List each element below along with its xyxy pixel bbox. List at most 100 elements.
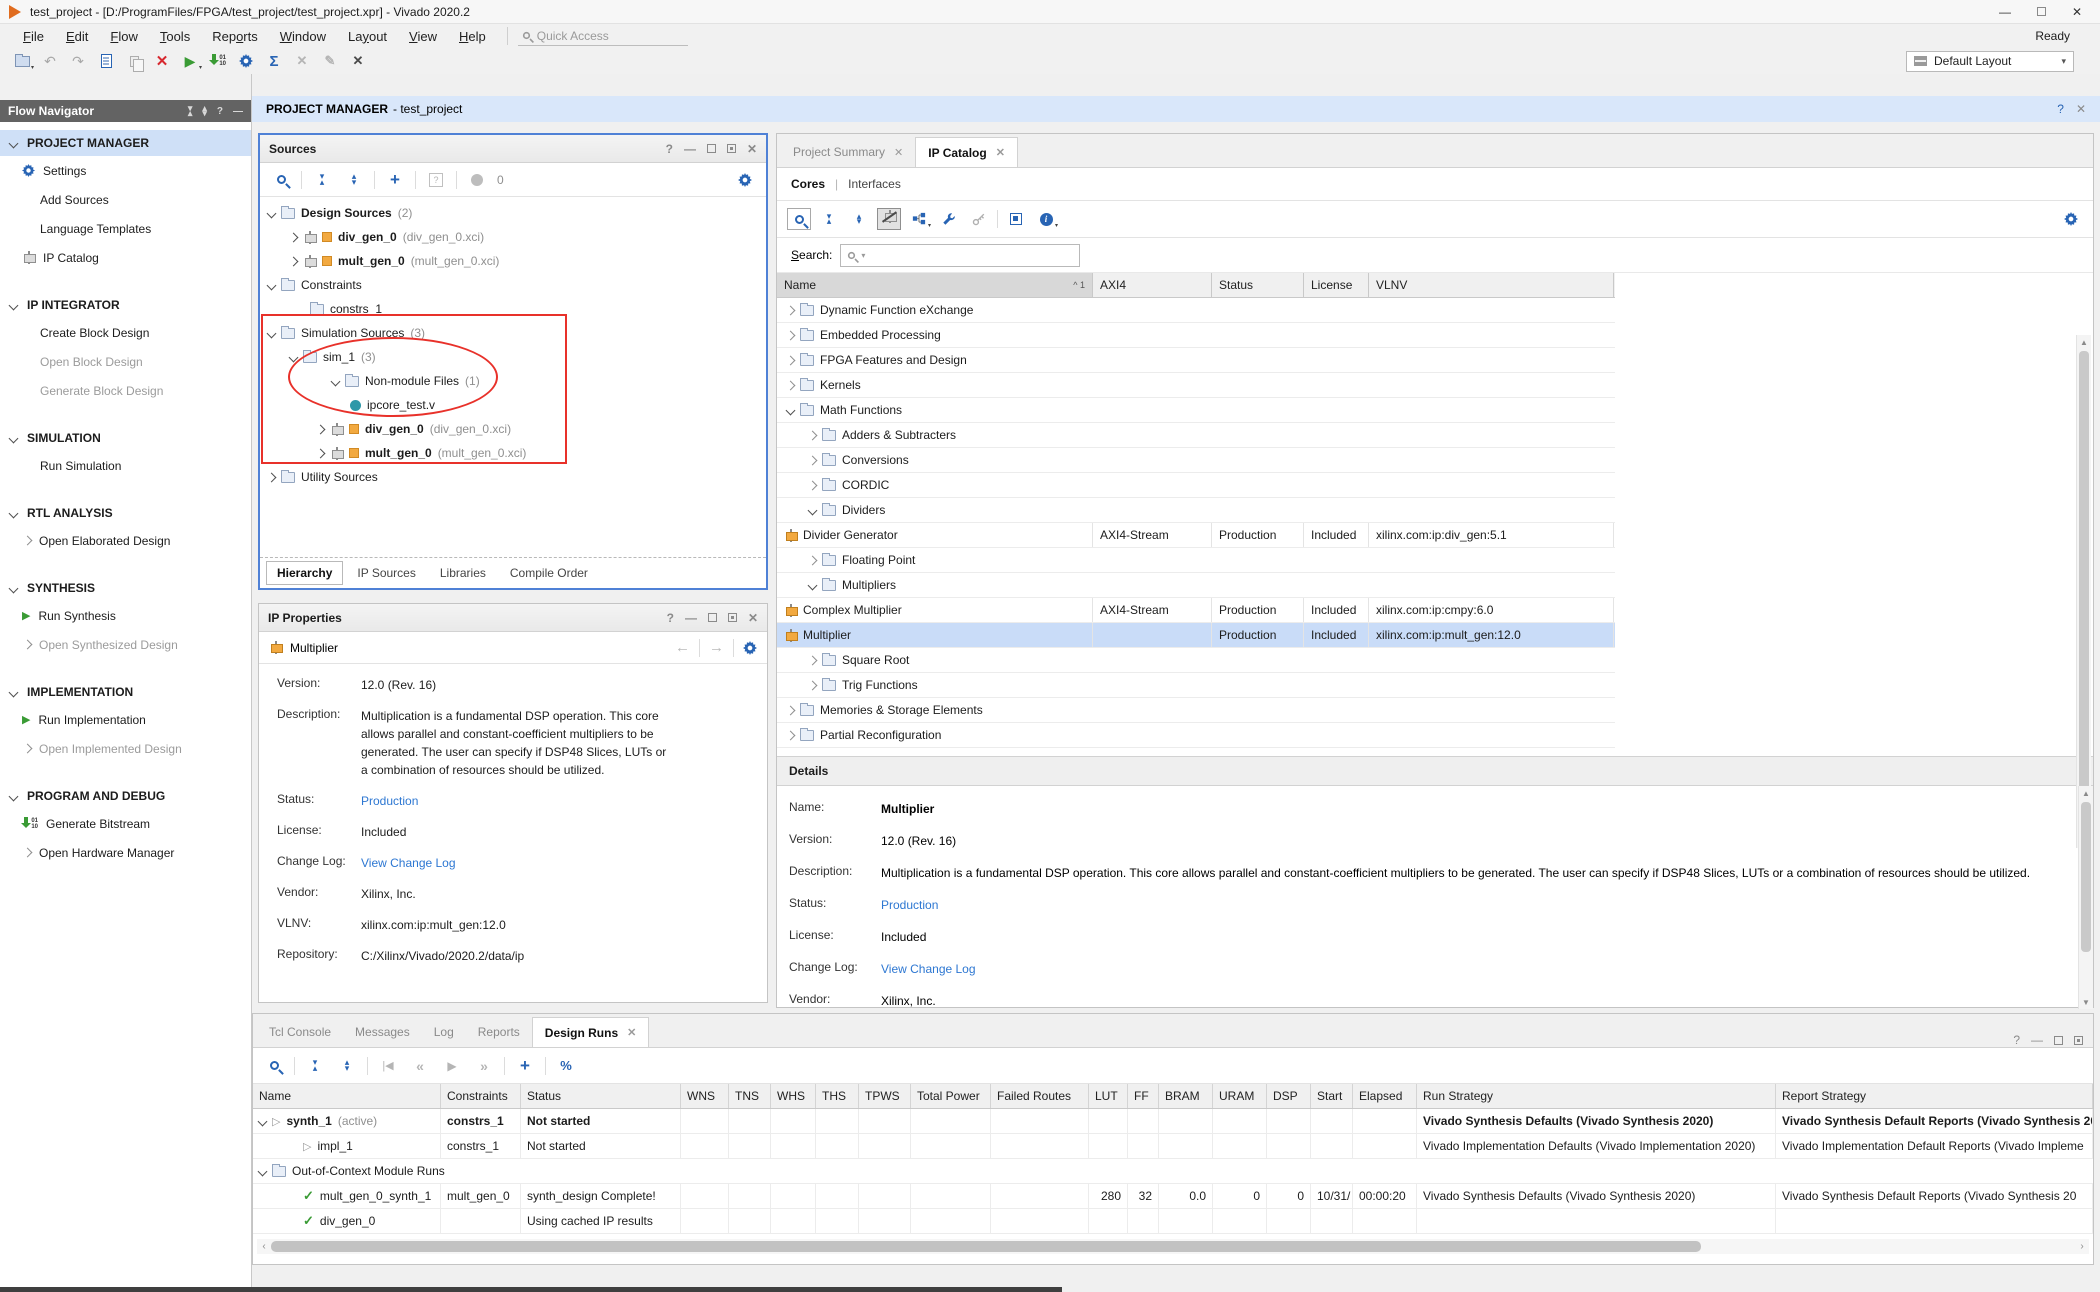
tab-tcl-console[interactable]: Tcl Console	[257, 1017, 343, 1047]
column-header-license[interactable]: License	[1304, 273, 1369, 297]
tab-compile-order[interactable]: Compile Order	[500, 562, 598, 584]
tree-item-sim-div-gen-0[interactable]: div_gen_0 (div_gen_0.xci)	[260, 417, 766, 441]
sidebar-item-settings[interactable]: Settings	[0, 156, 251, 185]
run-row-div-gen-0[interactable]: ✓div_gen_0 Using cached IP results	[253, 1209, 2093, 1234]
menu-flow[interactable]: Flow	[99, 27, 148, 46]
sidebar-item-project-manager[interactable]: PROJECT MANAGER	[0, 130, 251, 156]
maximize-panel-icon[interactable]	[708, 613, 717, 622]
tab-libraries[interactable]: Libraries	[430, 562, 496, 584]
sidebar-item-open-block-design[interactable]: Open Block Design	[0, 347, 251, 376]
sources-settings-button[interactable]	[733, 169, 757, 191]
float-panel-icon[interactable]	[2074, 1036, 2083, 1045]
sidebar-item-run-simulation[interactable]: Run Simulation	[0, 451, 251, 480]
minimize-panel-icon[interactable]: —	[685, 611, 697, 625]
delete-button[interactable]: ✕	[150, 50, 174, 72]
prev-run-button[interactable]: «	[408, 1055, 432, 1077]
column-header[interactable]: WHS	[771, 1084, 816, 1108]
column-header[interactable]: Status	[521, 1084, 681, 1108]
missing-sources-button[interactable]: ?	[424, 169, 448, 191]
first-run-button[interactable]: |◀	[376, 1055, 400, 1077]
tab-design-runs[interactable]: Design Runs✕	[532, 1017, 650, 1047]
column-header[interactable]: Run Strategy	[1417, 1084, 1776, 1108]
sidebar-item-synthesis[interactable]: SYNTHESIS	[0, 575, 251, 601]
search-button[interactable]	[269, 169, 293, 191]
report-button[interactable]: Σ	[262, 50, 286, 72]
minimize-panel-icon[interactable]: —	[233, 106, 243, 117]
hide-incompatible-button[interactable]	[877, 208, 901, 230]
menu-edit[interactable]: Edit	[55, 27, 99, 46]
create-run-button[interactable]: +	[513, 1055, 537, 1077]
collapse-all-button[interactable]: ▾▴	[303, 1055, 327, 1077]
edit-button[interactable]: ✎	[318, 50, 342, 72]
sidebar-item-generate-block-design[interactable]: Generate Block Design	[0, 376, 251, 405]
sidebar-item-ip-integrator[interactable]: IP INTEGRATOR	[0, 292, 251, 318]
close-icon[interactable]: ✕	[2076, 102, 2086, 116]
column-header-vlnv[interactable]: VLNV	[1369, 273, 1614, 297]
customize-button[interactable]: ✕	[346, 50, 370, 72]
catalog-row[interactable]: Dynamic Function eXchange	[777, 298, 1615, 323]
tab-reports[interactable]: Reports	[466, 1017, 532, 1047]
close-icon[interactable]: ✕	[627, 1026, 636, 1039]
column-header[interactable]: TNS	[729, 1084, 771, 1108]
subtab-interfaces[interactable]: Interfaces	[848, 177, 901, 191]
column-header[interactable]: WNS	[681, 1084, 729, 1108]
column-header[interactable]: Constraints	[441, 1084, 521, 1108]
sources-panel-header[interactable]: Sources ? — ✕	[260, 135, 766, 163]
column-header[interactable]: TPWS	[859, 1084, 911, 1108]
column-header[interactable]: THS	[816, 1084, 859, 1108]
collapse-all-button[interactable]: ▾▴	[817, 208, 841, 230]
close-panel-icon[interactable]: ✕	[747, 142, 757, 156]
sidebar-item-run-implementation[interactable]: ▶Run Implementation	[0, 705, 251, 734]
catalog-row-divider-generator[interactable]: Divider Generator AXI4-StreamProductionI…	[777, 523, 1615, 548]
catalog-row[interactable]: CORDIC	[777, 473, 1615, 498]
column-header[interactable]: DSP	[1267, 1084, 1311, 1108]
column-header-status[interactable]: Status	[1212, 273, 1304, 297]
menu-file[interactable]: File	[12, 27, 55, 46]
tree-item-non-module-files[interactable]: Non-module Files (1)	[260, 369, 766, 393]
generate-bitstream-button[interactable]: 0110	[206, 50, 230, 72]
search-button[interactable]	[262, 1055, 286, 1077]
run-row-ooc-group[interactable]: Out-of-Context Module Runs	[253, 1159, 2093, 1184]
customize-ip-button[interactable]	[937, 208, 961, 230]
ip-info-button[interactable]: i▾	[1034, 208, 1058, 230]
catalog-row[interactable]: Kernels	[777, 373, 1615, 398]
menu-reports[interactable]: Reports	[201, 27, 269, 46]
add-sources-button[interactable]: +	[383, 169, 407, 191]
cancel-run-button[interactable]: ✕	[290, 50, 314, 72]
tree-item-mult-gen-0[interactable]: mult_gen_0 (mult_gen_0.xci)	[260, 249, 766, 273]
help-icon[interactable]: ?	[667, 611, 674, 625]
messages-filter-button[interactable]	[465, 169, 489, 191]
sidebar-item-rtl-analysis[interactable]: RTL ANALYSIS	[0, 500, 251, 526]
tab-ip-catalog[interactable]: IP Catalog✕	[915, 137, 1018, 167]
catalog-row[interactable]: Adders & Subtracters	[777, 423, 1615, 448]
catalog-row[interactable]: Partial Reconfiguration	[777, 723, 1615, 748]
catalog-row[interactable]: Embedded Processing	[777, 323, 1615, 348]
tab-log[interactable]: Log	[422, 1017, 466, 1047]
maximize-button[interactable]	[2026, 3, 2056, 21]
scrollbar-thumb[interactable]	[271, 1241, 1701, 1252]
tree-item-design-sources[interactable]: Design Sources (2)	[260, 201, 766, 225]
save-button[interactable]	[94, 50, 118, 72]
tree-item-utility-sources[interactable]: Utility Sources	[260, 465, 766, 489]
catalog-vertical-scrollbar[interactable]: ▲	[2076, 335, 2091, 848]
catalog-row[interactable]: Floating Point	[777, 548, 1615, 573]
search-button[interactable]	[787, 208, 811, 230]
expand-all-icon[interactable]: ▴▾	[202, 106, 207, 117]
settings-button[interactable]	[234, 50, 258, 72]
expand-all-button[interactable]: ▴▾	[342, 169, 366, 191]
tree-item-sim-mult-gen-0[interactable]: mult_gen_0 (mult_gen_0.xci)	[260, 441, 766, 465]
catalog-row[interactable]: Multipliers	[777, 573, 1615, 598]
close-panel-icon[interactable]: ✕	[748, 611, 758, 625]
ip-properties-header[interactable]: IP Properties ? — ✕	[259, 604, 767, 632]
catalog-search-input[interactable]	[870, 248, 1050, 262]
tree-item-simulation-sources[interactable]: Simulation Sources (3)	[260, 321, 766, 345]
sidebar-item-open-implemented-design[interactable]: Open Implemented Design	[0, 734, 251, 763]
tree-item-constraints[interactable]: Constraints	[260, 273, 766, 297]
license-button[interactable]	[967, 208, 991, 230]
maximize-panel-icon[interactable]	[2054, 1036, 2063, 1045]
minimize-panel-icon[interactable]: —	[2031, 1033, 2043, 1047]
redo-button[interactable]: ↷	[66, 50, 90, 72]
tab-ip-sources[interactable]: IP Sources	[347, 562, 425, 584]
quick-access-search[interactable]: Quick Access	[518, 27, 688, 46]
sidebar-item-language-templates[interactable]: Language Templates	[0, 214, 251, 243]
